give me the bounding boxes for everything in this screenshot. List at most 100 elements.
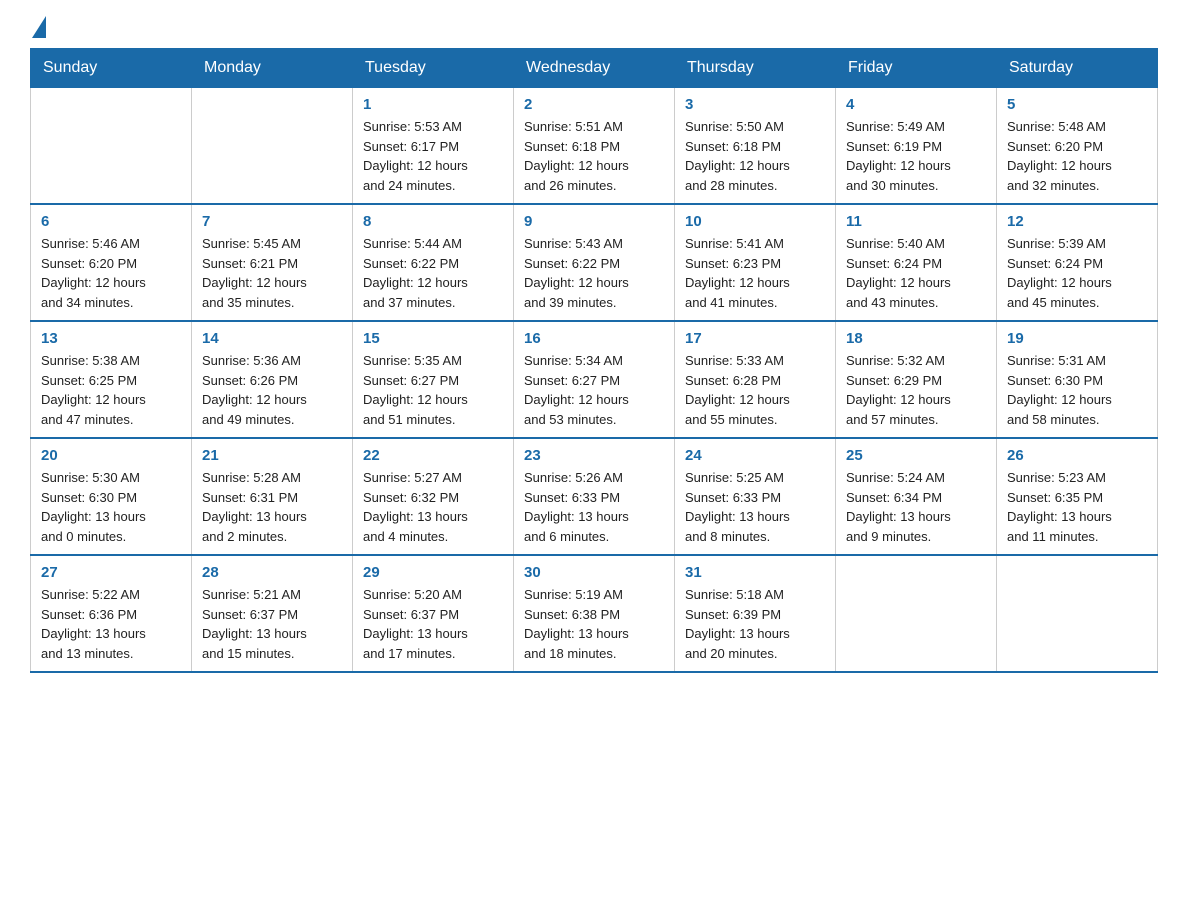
day-info: Sunrise: 5:48 AM Sunset: 6:20 PM Dayligh…: [1007, 117, 1147, 195]
day-number: 20: [41, 447, 181, 464]
calendar-cell: 15Sunrise: 5:35 AM Sunset: 6:27 PM Dayli…: [353, 321, 514, 438]
day-number: 25: [846, 447, 986, 464]
calendar-cell: 27Sunrise: 5:22 AM Sunset: 6:36 PM Dayli…: [31, 555, 192, 672]
day-number: 17: [685, 330, 825, 347]
day-number: 5: [1007, 96, 1147, 113]
day-number: 7: [202, 213, 342, 230]
day-info: Sunrise: 5:34 AM Sunset: 6:27 PM Dayligh…: [524, 351, 664, 429]
day-info: Sunrise: 5:53 AM Sunset: 6:17 PM Dayligh…: [363, 117, 503, 195]
day-info: Sunrise: 5:30 AM Sunset: 6:30 PM Dayligh…: [41, 468, 181, 546]
day-number: 1: [363, 96, 503, 113]
day-info: Sunrise: 5:40 AM Sunset: 6:24 PM Dayligh…: [846, 234, 986, 312]
day-number: 24: [685, 447, 825, 464]
day-number: 19: [1007, 330, 1147, 347]
weekday-header-wednesday: Wednesday: [514, 49, 675, 88]
day-number: 3: [685, 96, 825, 113]
day-info: Sunrise: 5:41 AM Sunset: 6:23 PM Dayligh…: [685, 234, 825, 312]
day-info: Sunrise: 5:32 AM Sunset: 6:29 PM Dayligh…: [846, 351, 986, 429]
calendar-cell: 6Sunrise: 5:46 AM Sunset: 6:20 PM Daylig…: [31, 204, 192, 321]
calendar-cell: 26 Sunrise: 5:23 AM Sunset: 6:35 PM Dayli…: [997, 438, 1158, 555]
weekday-header-monday: Monday: [192, 49, 353, 88]
day-info: Sunrise: 5:27 AM Sunset: 6:32 PM Dayligh…: [363, 468, 503, 546]
day-number: 21: [202, 447, 342, 464]
calendar-cell: 25 Sunrise: 5:24 AM Sunset: 6:34 PM Dayli…: [836, 438, 997, 555]
day-number: 16: [524, 330, 664, 347]
calendar-cell: 1 Sunrise: 5:53 AM Sunset: 6:17 PM Daylig…: [353, 88, 514, 205]
weekday-header-row: SundayMondayTuesdayWednesdayThursdayFrid…: [31, 49, 1158, 88]
calendar-cell: [31, 88, 192, 205]
calendar-cell: 31Sunrise: 5:18 AM Sunset: 6:39 PM Dayli…: [675, 555, 836, 672]
calendar-cell: 11 Sunrise: 5:40 AM Sunset: 6:24 PM Dayli…: [836, 204, 997, 321]
day-info: Sunrise: 5:36 AM Sunset: 6:26 PM Dayligh…: [202, 351, 342, 429]
weekday-header-tuesday: Tuesday: [353, 49, 514, 88]
day-number: 6: [41, 213, 181, 230]
day-number: 22: [363, 447, 503, 464]
calendar-cell: 23 Sunrise: 5:26 AM Sunset: 6:33 PM Dayli…: [514, 438, 675, 555]
calendar-cell: 19Sunrise: 5:31 AM Sunset: 6:30 PM Dayli…: [997, 321, 1158, 438]
calendar-week-row: 1 Sunrise: 5:53 AM Sunset: 6:17 PM Daylig…: [31, 88, 1158, 205]
day-number: 2: [524, 96, 664, 113]
weekday-header-thursday: Thursday: [675, 49, 836, 88]
day-number: 23: [524, 447, 664, 464]
page-header: [30, 20, 1158, 38]
day-info: Sunrise: 5:20 AM Sunset: 6:37 PM Dayligh…: [363, 585, 503, 663]
day-info: Sunrise: 5:25 AM Sunset: 6:33 PM Dayligh…: [685, 468, 825, 546]
day-info: Sunrise: 5:26 AM Sunset: 6:33 PM Dayligh…: [524, 468, 664, 546]
calendar-cell: [836, 555, 997, 672]
calendar-cell: 18 Sunrise: 5:32 AM Sunset: 6:29 PM Dayli…: [836, 321, 997, 438]
calendar-week-row: 6Sunrise: 5:46 AM Sunset: 6:20 PM Daylig…: [31, 204, 1158, 321]
calendar-cell: 5 Sunrise: 5:48 AM Sunset: 6:20 PM Daylig…: [997, 88, 1158, 205]
calendar-cell: 22 Sunrise: 5:27 AM Sunset: 6:32 PM Dayli…: [353, 438, 514, 555]
logo-triangle-icon: [32, 16, 46, 38]
day-info: Sunrise: 5:44 AM Sunset: 6:22 PM Dayligh…: [363, 234, 503, 312]
calendar-cell: 24 Sunrise: 5:25 AM Sunset: 6:33 PM Dayli…: [675, 438, 836, 555]
day-number: 9: [524, 213, 664, 230]
day-number: 18: [846, 330, 986, 347]
day-info: Sunrise: 5:39 AM Sunset: 6:24 PM Dayligh…: [1007, 234, 1147, 312]
calendar-table: SundayMondayTuesdayWednesdayThursdayFrid…: [30, 48, 1158, 673]
calendar-cell: 21 Sunrise: 5:28 AM Sunset: 6:31 PM Dayli…: [192, 438, 353, 555]
calendar-week-row: 20 Sunrise: 5:30 AM Sunset: 6:30 PM Dayli…: [31, 438, 1158, 555]
day-number: 30: [524, 564, 664, 581]
day-number: 13: [41, 330, 181, 347]
day-number: 8: [363, 213, 503, 230]
day-info: Sunrise: 5:45 AM Sunset: 6:21 PM Dayligh…: [202, 234, 342, 312]
calendar-cell: 4Sunrise: 5:49 AM Sunset: 6:19 PM Daylig…: [836, 88, 997, 205]
calendar-cell: 7 Sunrise: 5:45 AM Sunset: 6:21 PM Daylig…: [192, 204, 353, 321]
day-info: Sunrise: 5:19 AM Sunset: 6:38 PM Dayligh…: [524, 585, 664, 663]
calendar-cell: 2 Sunrise: 5:51 AM Sunset: 6:18 PM Daylig…: [514, 88, 675, 205]
calendar-cell: [192, 88, 353, 205]
day-info: Sunrise: 5:50 AM Sunset: 6:18 PM Dayligh…: [685, 117, 825, 195]
day-number: 14: [202, 330, 342, 347]
day-info: Sunrise: 5:35 AM Sunset: 6:27 PM Dayligh…: [363, 351, 503, 429]
day-number: 28: [202, 564, 342, 581]
day-info: Sunrise: 5:23 AM Sunset: 6:35 PM Dayligh…: [1007, 468, 1147, 546]
calendar-cell: 8 Sunrise: 5:44 AM Sunset: 6:22 PM Daylig…: [353, 204, 514, 321]
calendar-cell: 14 Sunrise: 5:36 AM Sunset: 6:26 PM Dayli…: [192, 321, 353, 438]
day-number: 26: [1007, 447, 1147, 464]
day-number: 29: [363, 564, 503, 581]
calendar-cell: 20 Sunrise: 5:30 AM Sunset: 6:30 PM Dayli…: [31, 438, 192, 555]
day-info: Sunrise: 5:24 AM Sunset: 6:34 PM Dayligh…: [846, 468, 986, 546]
day-info: Sunrise: 5:28 AM Sunset: 6:31 PM Dayligh…: [202, 468, 342, 546]
calendar-cell: 10 Sunrise: 5:41 AM Sunset: 6:23 PM Dayli…: [675, 204, 836, 321]
day-info: Sunrise: 5:51 AM Sunset: 6:18 PM Dayligh…: [524, 117, 664, 195]
weekday-header-saturday: Saturday: [997, 49, 1158, 88]
calendar-week-row: 13 Sunrise: 5:38 AM Sunset: 6:25 PM Dayli…: [31, 321, 1158, 438]
day-info: Sunrise: 5:21 AM Sunset: 6:37 PM Dayligh…: [202, 585, 342, 663]
weekday-header-friday: Friday: [836, 49, 997, 88]
day-number: 10: [685, 213, 825, 230]
weekday-header-sunday: Sunday: [31, 49, 192, 88]
calendar-cell: 9Sunrise: 5:43 AM Sunset: 6:22 PM Daylig…: [514, 204, 675, 321]
calendar-cell: 16 Sunrise: 5:34 AM Sunset: 6:27 PM Dayli…: [514, 321, 675, 438]
day-info: Sunrise: 5:22 AM Sunset: 6:36 PM Dayligh…: [41, 585, 181, 663]
calendar-cell: 12Sunrise: 5:39 AM Sunset: 6:24 PM Dayli…: [997, 204, 1158, 321]
calendar-cell: 13 Sunrise: 5:38 AM Sunset: 6:25 PM Dayli…: [31, 321, 192, 438]
day-info: Sunrise: 5:38 AM Sunset: 6:25 PM Dayligh…: [41, 351, 181, 429]
calendar-cell: 29 Sunrise: 5:20 AM Sunset: 6:37 PM Dayli…: [353, 555, 514, 672]
day-number: 11: [846, 213, 986, 230]
day-info: Sunrise: 5:33 AM Sunset: 6:28 PM Dayligh…: [685, 351, 825, 429]
calendar-cell: 3 Sunrise: 5:50 AM Sunset: 6:18 PM Daylig…: [675, 88, 836, 205]
day-number: 31: [685, 564, 825, 581]
logo: [30, 20, 46, 38]
